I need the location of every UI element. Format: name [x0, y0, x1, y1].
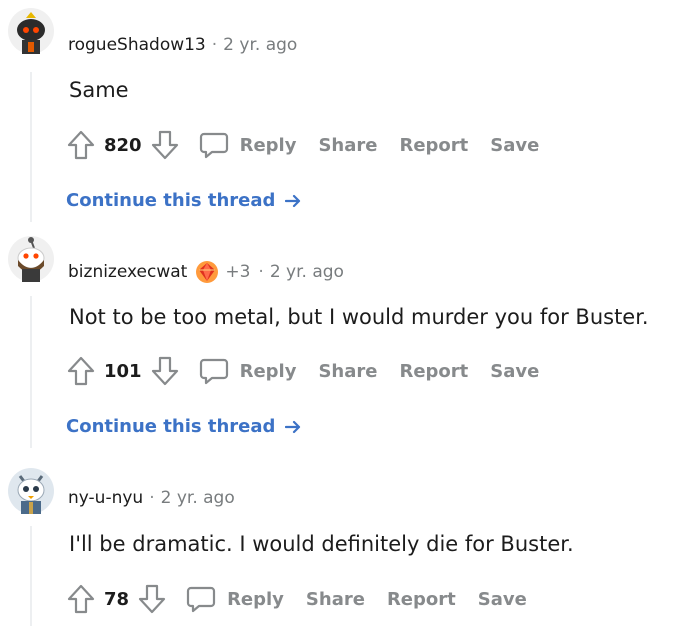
- share-button[interactable]: Share: [318, 135, 377, 156]
- username-link[interactable]: rogueShadow13: [68, 34, 206, 56]
- save-button[interactable]: Save: [490, 135, 539, 156]
- timestamp[interactable]: 2 yr. ago: [161, 487, 235, 509]
- upvote-icon[interactable]: [66, 583, 96, 615]
- share-button[interactable]: Share: [318, 361, 377, 382]
- vote-score: 820: [104, 134, 142, 156]
- vote-score: 78: [104, 588, 130, 610]
- continue-thread-label: Continue this thread: [66, 190, 276, 211]
- arrow-right-icon: [284, 420, 300, 434]
- comment-body: I'll be dramatic. I would definitely die…: [69, 532, 574, 556]
- upvote-icon[interactable]: [66, 355, 96, 387]
- comment-body: Same: [69, 78, 129, 102]
- snoo-avatar-icon[interactable]: [8, 236, 54, 282]
- arrow-right-icon: [284, 194, 300, 208]
- report-button[interactable]: Report: [399, 135, 468, 156]
- share-button[interactable]: Share: [306, 589, 365, 610]
- thread-line[interactable]: [30, 296, 32, 448]
- comment-meta: biznizexecwat +3 · 2 yr. ago: [68, 260, 344, 284]
- report-button[interactable]: Report: [387, 589, 456, 610]
- downvote-icon[interactable]: [137, 583, 167, 615]
- reply-button[interactable]: Reply: [198, 355, 297, 387]
- reply-label: Reply: [239, 134, 297, 156]
- snoo-avatar-icon[interactable]: [8, 8, 54, 54]
- continue-thread-link[interactable]: Continue this thread: [66, 190, 301, 211]
- reply-button[interactable]: Reply: [198, 129, 297, 161]
- award-count: +3: [225, 262, 251, 282]
- comment-body: Not to be too metal, but I would murder …: [69, 305, 649, 329]
- thread-line[interactable]: [30, 72, 32, 222]
- comment-meta: rogueShadow13 · 2 yr. ago: [68, 34, 297, 56]
- timestamp[interactable]: 2 yr. ago: [270, 261, 344, 283]
- snoo-avatar-icon[interactable]: [8, 468, 54, 514]
- meta-separator: ·: [258, 262, 264, 282]
- reply-label: Reply: [239, 360, 297, 382]
- comment-actions: 820 Reply Share Report Save: [66, 127, 539, 163]
- comment-actions: 101 Reply Share Report Save: [66, 353, 539, 389]
- reply-icon: [199, 132, 228, 159]
- award-gem-icon[interactable]: [195, 260, 219, 284]
- downvote-icon[interactable]: [150, 355, 180, 387]
- vote-score: 101: [104, 360, 142, 382]
- report-button[interactable]: Report: [399, 361, 468, 382]
- save-button[interactable]: Save: [478, 589, 527, 610]
- downvote-icon[interactable]: [150, 129, 180, 161]
- reply-label: Reply: [227, 588, 284, 610]
- upvote-icon[interactable]: [66, 129, 96, 161]
- timestamp[interactable]: 2 yr. ago: [223, 34, 297, 56]
- reply-icon: [199, 358, 228, 385]
- thread-line[interactable]: [30, 526, 32, 626]
- continue-thread-label: Continue this thread: [66, 416, 276, 437]
- comment-meta: ny-u-nyu · 2 yr. ago: [68, 487, 235, 509]
- comment-actions: 78 Reply Share Report Save: [66, 581, 527, 617]
- meta-separator: ·: [211, 35, 218, 55]
- reply-button[interactable]: Reply: [185, 583, 284, 615]
- reply-icon: [186, 586, 216, 613]
- meta-separator: ·: [149, 488, 155, 508]
- continue-thread-link[interactable]: Continue this thread: [66, 416, 301, 437]
- save-button[interactable]: Save: [490, 361, 539, 382]
- username-link[interactable]: ny-u-nyu: [68, 487, 143, 509]
- username-link[interactable]: biznizexecwat: [68, 261, 187, 283]
